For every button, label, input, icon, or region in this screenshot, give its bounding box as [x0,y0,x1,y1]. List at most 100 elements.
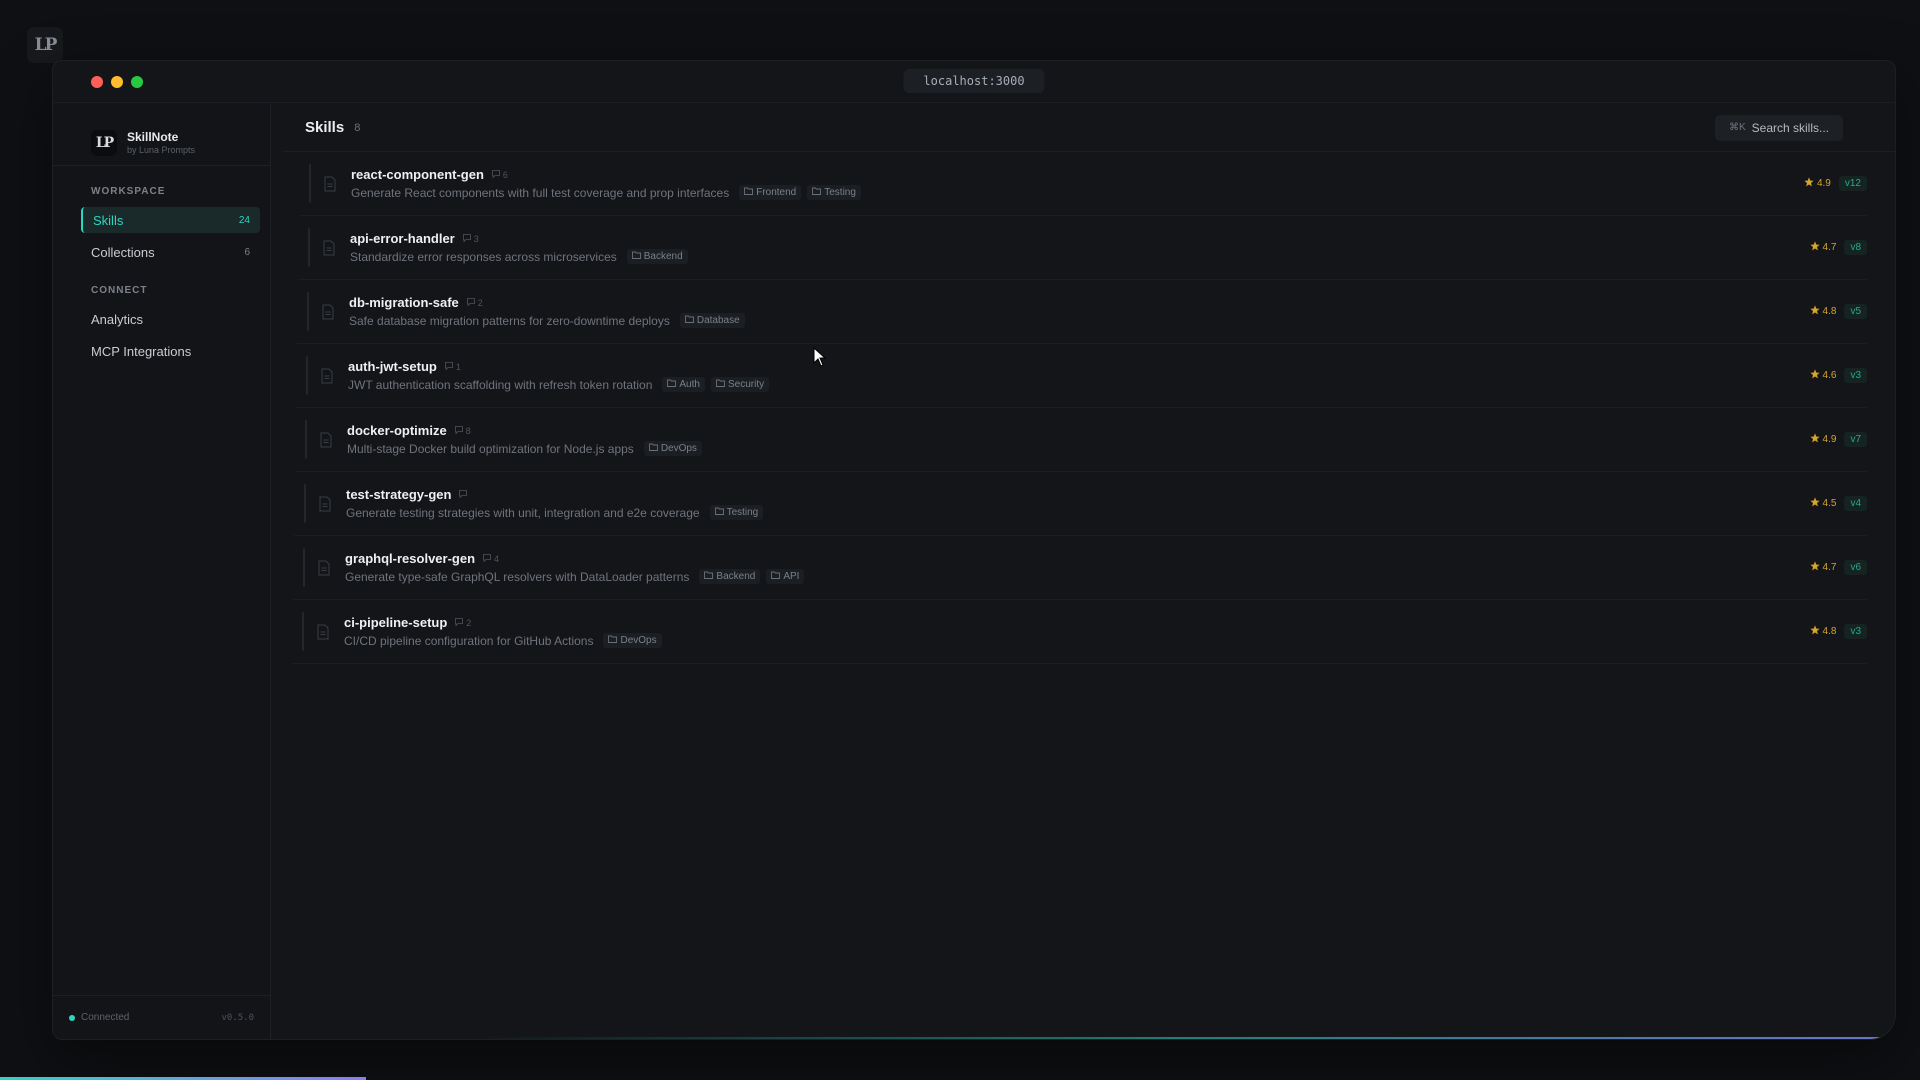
skill-description: Safe database migration patterns for zer… [349,313,670,328]
rating-value: 4.8 [1822,306,1837,317]
tag-label: Backend [643,251,683,262]
sidebar-item-count: 24 [238,214,250,226]
tag-label: Testing [824,187,856,198]
comment-icon [454,425,463,436]
document-icon [322,240,336,256]
rating: 4.9 [1804,177,1831,190]
close-window-button[interactable] [91,75,103,88]
skill-title-line: docker-optimize 8 [347,423,702,438]
mouse-cursor-icon [813,346,827,372]
tag-label: Auth [679,379,700,390]
document-icon [318,496,332,512]
comment-count: 2 [466,298,483,308]
folder-icon [812,187,822,198]
version-badge: v5 [1844,304,1867,319]
version-badge: v3 [1844,368,1867,383]
sidebar-item-analytics[interactable]: Analytics [81,306,260,332]
minimize-window-button[interactable] [111,75,123,88]
skill-row[interactable]: graphql-resolver-gen 4 Generate type-safe … [293,536,1867,600]
star-icon [1809,305,1820,318]
brand[interactable]: LP SkillNote by Luna Prompts [53,104,270,166]
sidebar-item-mcp-integrations[interactable]: MCP Integrations [81,338,260,364]
skill-description: JWT authentication scaffolding with refr… [348,377,653,392]
skill-meta-right: 4.9 v7 [1809,432,1867,447]
app-version: v0.5.0 [221,1012,254,1023]
skill-row[interactable]: docker-optimize 8 Multi-stage Docker build… [295,408,1867,472]
rating-value: 4.7 [1822,562,1837,573]
tag-badge[interactable]: Frontend [739,185,802,200]
skill-name[interactable]: db-migration-safe [349,295,459,310]
skill-title-line: test-strategy-gen [346,487,763,502]
document-icon [320,368,334,384]
tag-badge[interactable]: API [766,569,805,584]
tag-badge[interactable]: Backend [626,249,688,264]
skill-row[interactable]: react-component-gen 6 Generate React compo… [299,152,1867,216]
skill-row[interactable]: test-strategy-gen Generate testing strate… [294,472,1867,536]
status-dot-icon [69,1014,75,1021]
document-icon [319,432,333,448]
rating-value: 4.6 [1822,370,1837,381]
comment-count [459,489,470,500]
comment-icon [492,169,500,180]
comment-count: 3 [462,233,479,244]
skill-meta-line: Multi-stage Docker build optimization fo… [347,441,702,456]
version-badge: v8 [1844,240,1867,255]
skill-row[interactable]: ci-pipeline-setup 2 CI/CD pipeline configu… [292,600,1867,664]
status-text: Connected [81,1012,130,1023]
skill-name[interactable]: test-strategy-gen [346,487,451,502]
tag-badge[interactable]: Backend [699,569,761,584]
comment-count: 1 [444,361,461,372]
tag-badge[interactable]: Auth [662,377,705,392]
sidebar: LP SkillNote by Luna Prompts WORKSPACE Sk… [53,104,271,1039]
sidebar-item-skills[interactable]: Skills 24 [81,207,260,233]
sidebar-item-collections[interactable]: Collections 6 [81,239,260,265]
skill-meta-right: 4.8 v5 [1809,304,1867,319]
comment-count: 4 [483,554,499,564]
rating-value: 4.7 [1822,242,1837,253]
skill-row[interactable]: api-error-handler 3 Standardize error resp… [298,216,1867,280]
skill-row[interactable]: auth-jwt-setup 1 JWT authentication scaffo… [296,344,1867,408]
version-badge: v4 [1844,496,1867,511]
rating: 4.8 [1809,305,1837,318]
skill-body: docker-optimize 8 Multi-stage Docker build… [347,423,702,456]
address-bar[interactable]: localhost:3000 [903,69,1045,93]
version-badge: v7 [1844,432,1867,447]
star-icon [1809,369,1820,382]
folder-icon [667,379,677,390]
maximize-window-button[interactable] [131,75,143,88]
folder-icon [716,379,725,390]
tag-badge[interactable]: Testing [709,505,764,520]
skill-row[interactable]: db-migration-safe 2 Safe database migratio… [297,280,1867,344]
tag-badge[interactable]: Database [679,313,745,328]
skill-body: graphql-resolver-gen 4 Generate type-safe … [345,551,805,584]
comment-icon [444,361,453,372]
skill-name[interactable]: graphql-resolver-gen [345,551,475,566]
skill-meta-right: 4.6 v3 [1809,368,1867,383]
comment-icon [462,233,471,244]
rating-value: 4.9 [1822,434,1837,445]
skill-meta-right: 4.5 v4 [1809,496,1867,511]
tag-badge[interactable]: Security [710,377,770,392]
skill-meta-line: JWT authentication scaffolding with refr… [348,377,770,392]
tag-label: DevOps [620,635,657,646]
tag-badge[interactable]: DevOps [603,633,662,648]
tag-badge[interactable]: Testing [807,185,861,200]
search-button[interactable]: ⌘K Search skills... [1714,114,1843,141]
rating: 4.5 [1809,497,1837,510]
skills-count: 8 [354,121,361,134]
brand-logo-icon: LP [91,129,117,156]
tag-badge[interactable]: DevOps [643,441,702,456]
skill-name[interactable]: react-component-gen [351,167,484,182]
skill-name[interactable]: api-error-handler [350,231,455,246]
sidebar-section-label: CONNECT [91,285,148,296]
folder-icon [608,635,618,646]
skill-name[interactable]: docker-optimize [347,423,447,438]
version-badge: v6 [1844,560,1867,575]
skill-title-line: graphql-resolver-gen 4 [345,551,804,566]
rating: 4.9 [1809,433,1837,446]
skill-name[interactable]: ci-pipeline-setup [344,615,447,630]
skill-name[interactable]: auth-jwt-setup [348,359,437,374]
rating-value: 4.5 [1822,498,1837,509]
main-panel: Skills 8 ⌘K Search skills... react-compo… [283,104,1895,1039]
star-icon [1809,497,1820,510]
